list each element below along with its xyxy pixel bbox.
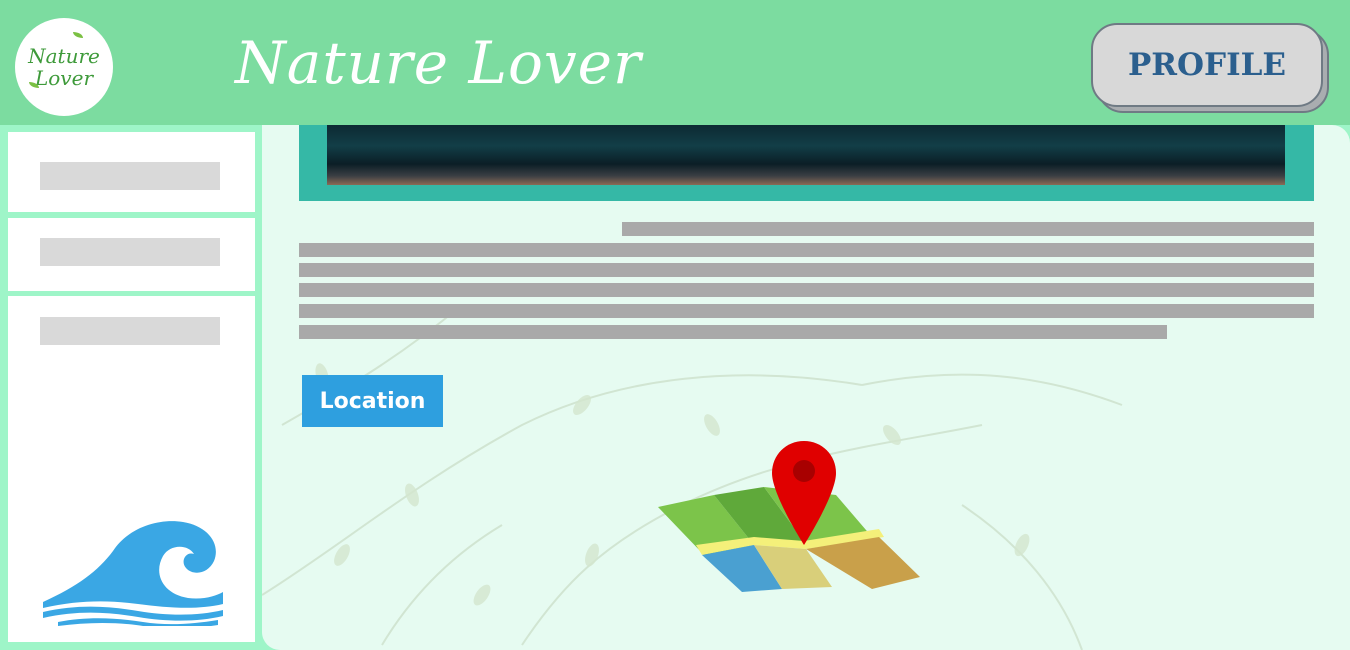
text-placeholder-line: [299, 304, 1314, 318]
logo-line2: Lover: [34, 66, 94, 90]
sidebar-item-3[interactable]: [8, 296, 255, 642]
text-placeholder-line: [299, 325, 1167, 339]
map-pin-icon[interactable]: [654, 437, 924, 597]
logo-line1: Nature: [28, 44, 100, 68]
wave-icon: [43, 521, 223, 626]
sidebar-item-placeholder: [40, 317, 220, 345]
main-content: Location: [262, 125, 1350, 650]
location-button-label: Location: [319, 388, 426, 414]
logo[interactable]: Nature Lover: [15, 18, 113, 116]
text-placeholder-line: [622, 222, 1314, 236]
text-placeholder-line: [299, 243, 1314, 257]
sidebar-item-1[interactable]: [8, 132, 255, 212]
profile-button-label: PROFILE: [1127, 47, 1286, 83]
header: Nature Lover Nature Lover PROFILE: [0, 0, 1350, 125]
sidebar-item-2[interactable]: [8, 218, 255, 291]
text-placeholder-line: [299, 263, 1314, 277]
hero-image-frame: [299, 125, 1314, 201]
profile-button[interactable]: PROFILE: [1091, 23, 1323, 107]
location-button[interactable]: Location: [302, 375, 443, 427]
hero-image: [327, 125, 1285, 185]
text-placeholder-line: [299, 283, 1314, 297]
sidebar-item-placeholder: [40, 162, 220, 190]
leaf-icon: [73, 32, 83, 38]
site-title: Nature Lover: [235, 29, 642, 97]
sidebar-item-placeholder: [40, 238, 220, 266]
